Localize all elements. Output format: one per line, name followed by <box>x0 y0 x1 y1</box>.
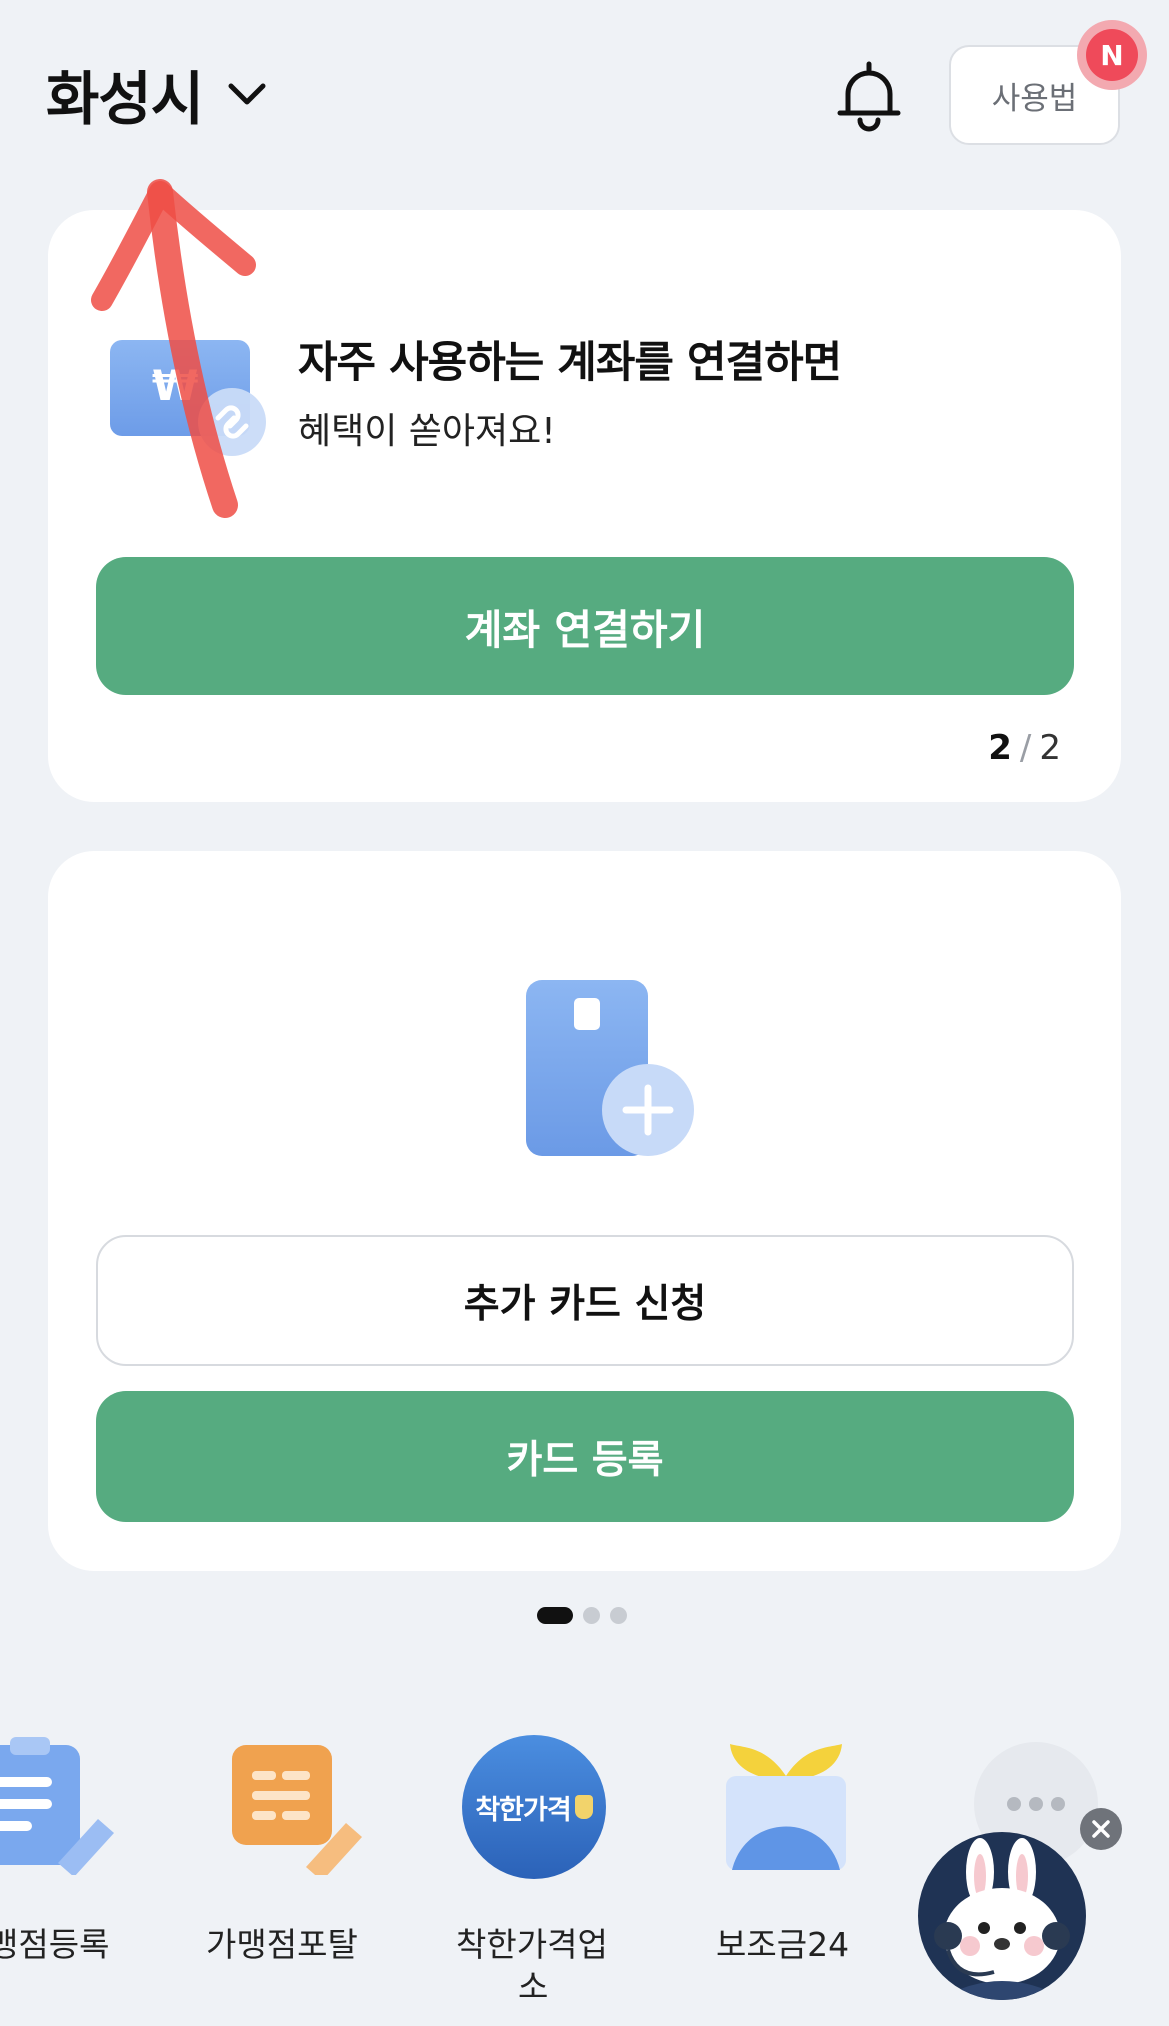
quick-menu-item-merchant-portal[interactable] <box>232 1745 372 1881</box>
quick-menu-label: 보조금24 <box>716 1925 850 1964</box>
more-icon <box>1007 1797 1065 1811</box>
register-card-button[interactable]: 카드 등록 <box>96 1391 1074 1522</box>
quick-menu-item-good-price[interactable]: 착한가격 <box>462 1735 608 1881</box>
gift-box-icon <box>726 1744 846 1870</box>
pager-current: 2 <box>988 728 1012 768</box>
quick-menu-label: 착한가격업 <box>456 1925 608 1964</box>
chatbot-button[interactable] <box>918 1832 1086 2000</box>
promo-subtitle: 혜택이 쏟아져요! <box>298 411 556 452</box>
carousel-dot-active <box>537 1607 573 1624</box>
link-account-button[interactable]: 계좌 연결하기 <box>96 557 1074 695</box>
add-card-icon <box>526 980 694 1156</box>
quick-menu-label: 가맹점포탈 <box>206 1925 358 1964</box>
help-button-label: 사용법 <box>991 80 1078 117</box>
link-account-button-label: 계좌 연결하기 <box>464 606 706 654</box>
promo-pager: 2/2 <box>988 728 1061 768</box>
carousel-dot <box>610 1607 627 1624</box>
new-badge-label: N <box>1086 29 1138 81</box>
region-selector[interactable]: 화성시 <box>46 52 269 136</box>
promo-title: 자주 사용하는 계좌를 연결하면 <box>298 338 842 388</box>
chevron-down-icon <box>228 83 266 105</box>
bell-icon[interactable] <box>834 58 904 132</box>
pager-separator: / <box>1019 728 1032 768</box>
annotation-arrow <box>91 179 256 518</box>
quick-menu-label-line2: 소 <box>518 1967 549 2006</box>
carousel-dot <box>583 1607 600 1624</box>
quick-menu-label: 맹점등록 <box>0 1925 110 1964</box>
apply-extra-card-button[interactable]: 추가 카드 신청 <box>96 1235 1074 1366</box>
carousel-indicator <box>537 1607 627 1624</box>
quick-menu-item-subsidy[interactable] <box>726 1742 846 1872</box>
chatbot-close-button[interactable] <box>1080 1808 1122 1850</box>
pager-total: 2 <box>1039 728 1061 768</box>
clipboard-pencil-icon <box>0 1737 114 1877</box>
new-badge: N <box>1077 20 1147 90</box>
good-price-badge-text: 착한가격 <box>475 1794 571 1826</box>
register-card-label: 카드 등록 <box>506 1437 664 1483</box>
quick-menu-item-merchant-register[interactable] <box>0 1735 120 1877</box>
rabbit-mascot-icon <box>934 1838 1070 2000</box>
document-pencil-icon <box>232 1745 362 1881</box>
close-icon <box>1092 1820 1110 1838</box>
region-label: 화성시 <box>46 65 204 133</box>
good-price-badge-icon: 착한가격 <box>462 1735 606 1879</box>
apply-extra-card-label: 추가 카드 신청 <box>463 1281 707 1327</box>
